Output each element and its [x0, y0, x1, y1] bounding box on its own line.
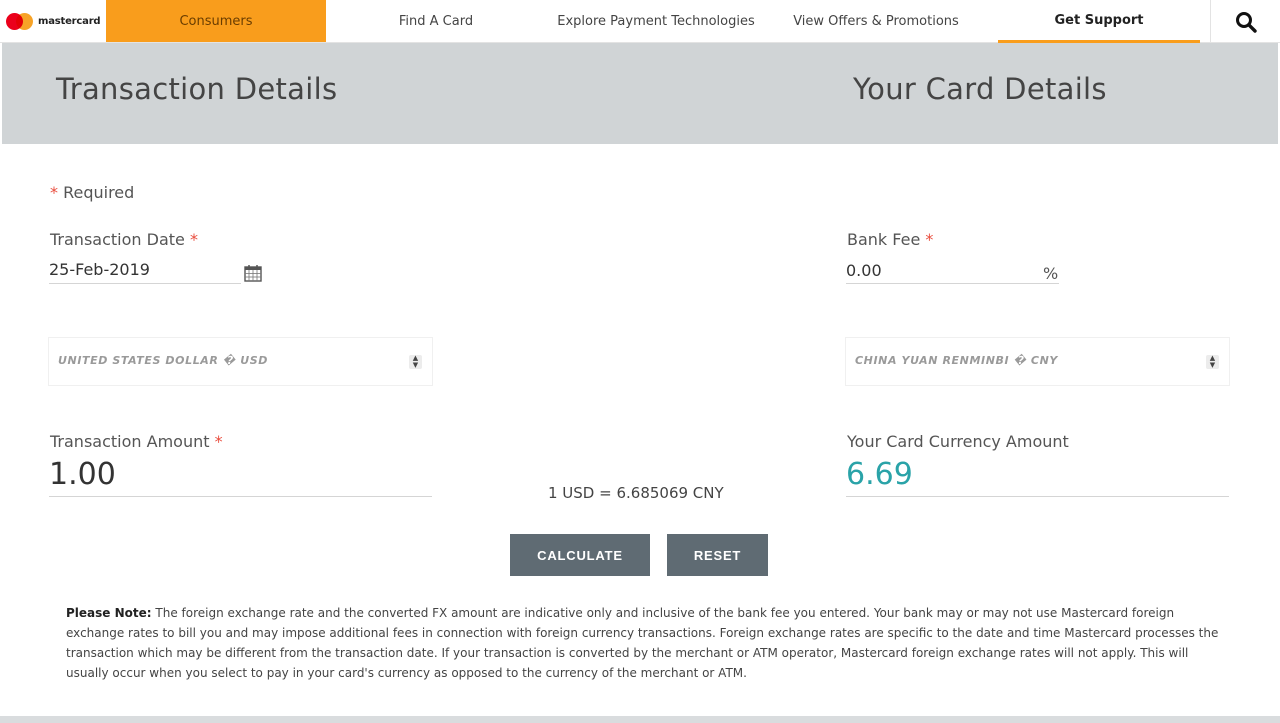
required-legend: * Required [50, 183, 134, 202]
bank-fee-label: Bank Fee * [847, 230, 933, 249]
card-currency-select[interactable]: CHINA YUAN RENMINBI � CNY ▲ ▼ [846, 338, 1229, 385]
mastercard-circles-icon [6, 12, 34, 30]
card-amount-value: 6.69 [846, 457, 913, 492]
required-star: * [50, 183, 58, 202]
required-star: * [214, 432, 223, 451]
card-currency-value: CHINA YUAN RENMINBI � CNY [855, 354, 1058, 367]
calculate-button[interactable]: CALCULATE [510, 534, 650, 576]
bank-fee-input[interactable]: 0.00 [846, 261, 882, 280]
sort-arrows-icon: ▲ ▼ [409, 355, 422, 369]
logo-text: mastercard [38, 15, 101, 27]
card-amount-label: Your Card Currency Amount [847, 432, 1069, 451]
transaction-date-underline [49, 283, 241, 284]
source-currency-value: UNITED STATES DOLLAR � USD [58, 354, 268, 367]
disclaimer-note: Please Note: The foreign exchange rate a… [66, 603, 1226, 683]
section-header-band: Transaction Details Your Card Details [2, 43, 1278, 144]
sort-arrows-icon: ▲ ▼ [1206, 355, 1219, 369]
transaction-amount-underline [49, 496, 432, 497]
nav-find-a-card[interactable]: Find A Card [336, 0, 536, 43]
transaction-date-field[interactable]: 25-Feb-2019 [49, 260, 150, 279]
nav-explore-payment-technologies[interactable]: Explore Payment Technologies [546, 0, 766, 43]
percent-sign: % [1043, 264, 1059, 283]
bank-fee-label-text: Bank Fee [847, 230, 921, 249]
calendar-icon[interactable] [244, 264, 262, 282]
reset-button[interactable]: RESET [667, 534, 768, 576]
search-icon [1235, 11, 1257, 33]
exchange-rate-text: 1 USD = 6.685069 CNY [548, 484, 724, 502]
transaction-amount-input[interactable]: 1.00 [49, 457, 116, 492]
bank-fee-underline [846, 283, 1059, 284]
transaction-amount-label: Transaction Amount * [50, 432, 223, 451]
required-star: * [189, 230, 198, 249]
transaction-details-heading: Transaction Details [56, 72, 338, 106]
note-title: Please Note: [66, 606, 152, 620]
transaction-amount-label-text: Transaction Amount [50, 432, 210, 451]
transaction-date-label-text: Transaction Date [50, 230, 185, 249]
required-text: Required [63, 183, 135, 202]
nav-view-offers[interactable]: View Offers & Promotions [776, 0, 976, 43]
note-body: The foreign exchange rate and the conver… [66, 606, 1219, 680]
card-details-heading: Your Card Details [853, 72, 1107, 106]
page-bottom-bar [0, 716, 1280, 723]
mastercard-logo[interactable]: mastercard [6, 11, 101, 31]
card-amount-underline [846, 496, 1229, 497]
top-navigation: mastercard Consumers Find A Card Explore… [0, 0, 1280, 43]
search-button[interactable] [1210, 0, 1280, 43]
transaction-date-label: Transaction Date * [50, 230, 198, 249]
nav-consumers[interactable]: Consumers [106, 0, 326, 42]
nav-get-support[interactable]: Get Support [998, 0, 1200, 43]
required-star: * [925, 230, 934, 249]
source-currency-select[interactable]: UNITED STATES DOLLAR � USD ▲ ▼ [49, 338, 432, 385]
